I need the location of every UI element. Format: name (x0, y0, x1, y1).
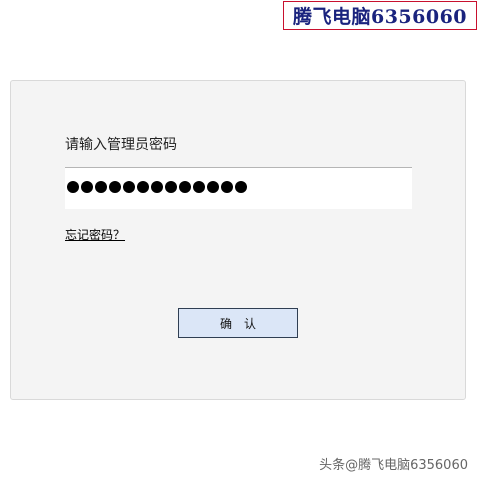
login-panel: 请输入管理员密码 忘记密码？ 确认 (10, 80, 466, 400)
router-login-page: 腾飞电脑6356060 请输入管理员密码 忘记密码？ 确认 头条@腾飞电脑635… (0, 0, 480, 480)
password-prompt-label: 请输入管理员密码 (65, 137, 177, 153)
forgot-password-link[interactable]: 忘记密码？ (65, 226, 125, 243)
password-mask-dot (95, 181, 107, 193)
password-mask-dot (67, 181, 79, 193)
password-mask-dot (137, 181, 149, 193)
password-mask-dot (207, 181, 219, 193)
password-mask-dot (165, 181, 177, 193)
password-mask-dot (123, 181, 135, 193)
password-mask-dot (81, 181, 93, 193)
brand-watermark: 腾飞电脑6356060 (283, 1, 477, 30)
footer-watermark: 头条@腾飞电脑6356060 (319, 458, 468, 473)
password-mask-dot (151, 181, 163, 193)
password-mask (67, 181, 247, 193)
password-mask-dot (109, 181, 121, 193)
password-mask-dot (221, 181, 233, 193)
password-mask-dot (179, 181, 191, 193)
password-mask-dot (235, 181, 247, 193)
confirm-button[interactable]: 确认 (178, 308, 298, 338)
password-mask-dot (193, 181, 205, 193)
